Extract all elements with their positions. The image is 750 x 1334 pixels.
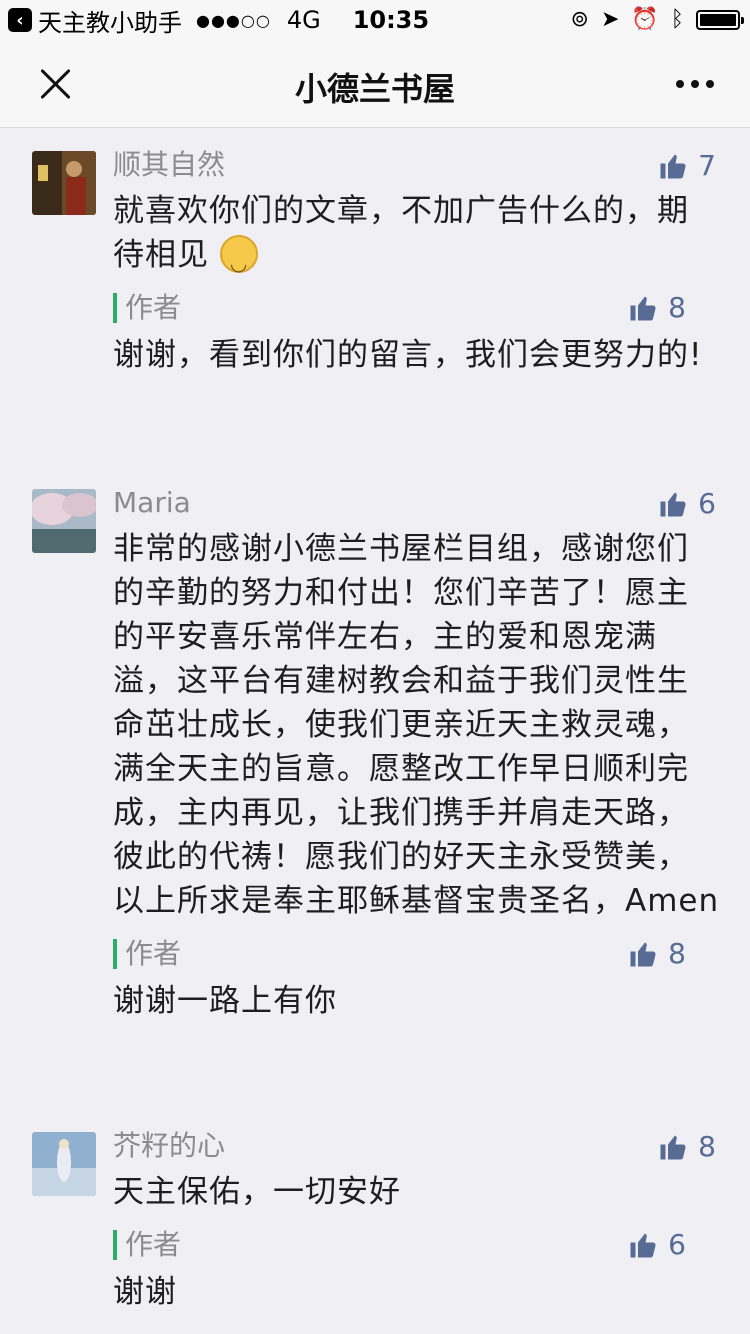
signal-strength: ●●●○○	[196, 10, 271, 30]
back-app-label: 天主教小助手	[38, 8, 182, 37]
avatar[interactable]	[32, 151, 96, 215]
thumbs-up-icon	[660, 154, 686, 178]
like-count: 6	[698, 487, 716, 520]
back-to-app[interactable]: ‹ 天主教小助手	[8, 3, 182, 38]
thumbs-up-icon	[660, 1135, 686, 1159]
bluetooth-icon: ᛒ	[670, 7, 684, 32]
like-button[interactable]: 6	[658, 487, 716, 520]
nav-bar: 小德兰书屋	[0, 40, 750, 128]
comment-text: 非常的感谢小德兰书屋栏目组，感谢您们的辛勤的努力和付出！您们辛苦了！愿主的平安喜…	[113, 531, 720, 919]
like-button[interactable]: 7	[658, 149, 716, 182]
reply-like-button[interactable]: 6	[628, 1228, 686, 1261]
comment-text: 就喜欢你们的文章，不加广告什么的，期待相见	[113, 189, 720, 285]
comment-item: Maria 6 非常的感谢小德兰书屋栏目组，感谢您们的辛勤的努力和付出！您们辛苦…	[0, 467, 750, 1110]
alarm-icon: ⏰	[631, 7, 659, 32]
like-count: 8	[698, 1130, 716, 1163]
comment-list: 顺其自然 7 就喜欢你们的文章，不加广告什么的，期待相见 作者 8 谢谢，看到你…	[0, 129, 750, 1330]
avatar[interactable]	[32, 489, 96, 553]
author-reply: 作者 8 谢谢，看到你们的留言，我们会更努力的!	[113, 291, 720, 377]
network-type: 4G	[286, 6, 321, 34]
reply-like-count: 6	[668, 1228, 686, 1261]
reply-like-count: 8	[668, 937, 686, 970]
comment-username: 顺其自然	[113, 148, 226, 181]
author-reply: 作者 8 谢谢一路上有你	[113, 937, 720, 1023]
reply-like-count: 8	[668, 291, 686, 324]
avatar[interactable]	[32, 1132, 96, 1196]
back-chevron-icon: ‹	[8, 8, 32, 32]
rotation-lock-icon: ⊚	[570, 7, 589, 32]
reply-like-button[interactable]: 8	[628, 937, 686, 970]
status-bar: ‹ 天主教小助手 ●●●○○ 4G 10:35 ⊚ ➤ ⏰ ᛒ	[0, 0, 750, 40]
reply-text: 谢谢一路上有你	[113, 983, 337, 1019]
more-options-icon[interactable]	[676, 80, 714, 88]
thumbs-up-icon	[660, 492, 686, 516]
reply-text: 谢谢，看到你们的留言，我们会更努力的!	[113, 337, 703, 373]
comment-username: 芥籽的心	[113, 1129, 226, 1162]
thumbs-up-icon	[630, 1233, 656, 1257]
clock: 10:35	[352, 6, 430, 34]
smile-emoji-icon	[219, 235, 258, 285]
page-title: 小德兰书屋	[294, 70, 455, 108]
comment-text: 天主保佑，一切安好	[113, 1174, 401, 1210]
reply-text: 谢谢	[113, 1274, 177, 1310]
like-button[interactable]: 8	[658, 1130, 716, 1163]
like-count: 7	[698, 149, 716, 182]
reply-like-button[interactable]: 8	[628, 291, 686, 324]
battery-icon	[696, 9, 744, 30]
author-reply: 作者 6 谢谢	[113, 1228, 720, 1314]
location-icon: ➤	[600, 7, 620, 32]
thumbs-up-icon	[630, 942, 656, 966]
comment-item: 顺其自然 7 就喜欢你们的文章，不加广告什么的，期待相见 作者 8 谢谢，看到你…	[0, 129, 750, 467]
comment-username: Maria	[113, 486, 191, 519]
thumbs-up-icon	[630, 296, 656, 320]
comment-item: 芥籽的心 8 天主保佑，一切安好 作者 6 谢谢	[0, 1110, 750, 1330]
